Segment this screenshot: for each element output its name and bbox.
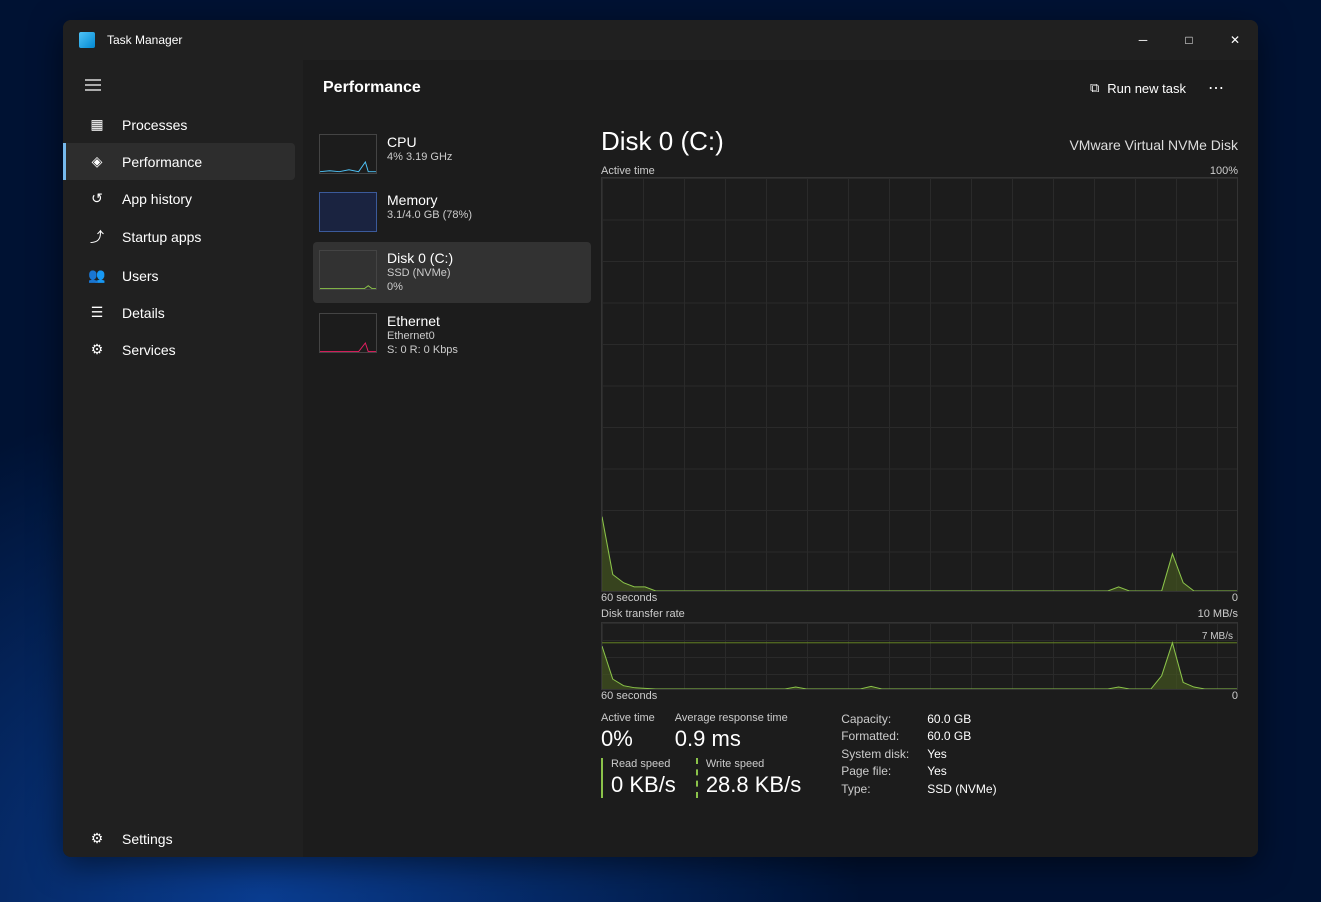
window-title: Task Manager xyxy=(107,33,1120,47)
active-time-chart xyxy=(601,177,1238,592)
k: Type: xyxy=(841,782,909,798)
disk-info-table: Capacity: 60.0 GB Formatted: 60.0 GB Syste… xyxy=(841,712,996,798)
sidebar-item-services[interactable]: ⚙ Services xyxy=(63,331,303,368)
task-manager-window: Task Manager ─ □ ✕ ▦ Processes ◈ Perform… xyxy=(63,20,1258,857)
chart-label: Disk transfer rate xyxy=(601,608,685,620)
chart-max: 10 MB/s xyxy=(1198,608,1238,620)
stat-label: Write speed xyxy=(706,758,801,770)
sidebar-item-app-history[interactable]: ↺ App history xyxy=(63,180,303,217)
perf-title: Memory xyxy=(387,192,472,208)
x-end: 0 xyxy=(1232,592,1238,604)
more-options-button[interactable]: ⋯ xyxy=(1196,72,1238,104)
run-task-icon: ⧉ xyxy=(1090,80,1099,96)
perf-sub: 4% 3.19 GHz xyxy=(387,150,452,164)
performance-icon: ◈ xyxy=(88,153,106,170)
ethernet-mini-graph xyxy=(319,313,377,353)
content-area: Performance ⧉ Run new task ⋯ CPU 4% xyxy=(303,60,1258,857)
sidebar-label: Services xyxy=(122,342,176,358)
perf-sub: S: 0 R: 0 Kbps xyxy=(387,343,458,357)
perf-sub: 3.1/4.0 GB (78%) xyxy=(387,208,472,222)
sidebar-item-startup-apps[interactable]: ⤴ Startup apps xyxy=(63,217,303,257)
sidebar-item-users[interactable]: 👥 Users xyxy=(63,257,303,294)
maximize-button[interactable]: □ xyxy=(1166,20,1212,60)
disk-mini-graph xyxy=(319,250,377,290)
hamburger-button[interactable] xyxy=(63,68,303,106)
chart-label: Active time xyxy=(601,165,655,177)
users-icon: 👥 xyxy=(88,267,106,284)
v: SSD (NVMe) xyxy=(927,782,996,798)
perf-item-disk[interactable]: Disk 0 (C:) SSD (NVMe) 0% xyxy=(313,242,591,303)
transfer-rate-chart: 7 MB/s xyxy=(601,622,1238,690)
titlebar[interactable]: Task Manager ─ □ ✕ xyxy=(63,20,1258,60)
sidebar-label: Startup apps xyxy=(122,229,201,245)
sidebar: ▦ Processes ◈ Performance ↺ App history … xyxy=(63,60,303,857)
memory-mini-graph xyxy=(319,192,377,232)
perf-item-memory[interactable]: Memory 3.1/4.0 GB (78%) xyxy=(313,184,591,240)
k: Capacity: xyxy=(841,712,909,728)
v: 60.0 GB xyxy=(927,729,996,745)
close-button[interactable]: ✕ xyxy=(1212,20,1258,60)
stat-value: 28.8 KB/s xyxy=(706,772,801,798)
run-new-task-button[interactable]: ⧉ Run new task xyxy=(1080,74,1196,102)
chart-max: 100% xyxy=(1210,165,1238,177)
k: Formatted: xyxy=(841,729,909,745)
x-start: 60 seconds xyxy=(601,592,657,604)
run-task-label: Run new task xyxy=(1107,81,1186,96)
v: Yes xyxy=(927,747,996,763)
sidebar-label: Details xyxy=(122,305,165,321)
stat-label: Read speed xyxy=(611,758,676,770)
x-end: 0 xyxy=(1232,690,1238,702)
v: Yes xyxy=(927,764,996,780)
sidebar-item-processes[interactable]: ▦ Processes xyxy=(63,106,303,143)
gear-icon: ⚙ xyxy=(88,830,106,847)
sidebar-label: Processes xyxy=(122,117,187,133)
perf-sub: 0% xyxy=(387,280,453,294)
perf-item-ethernet[interactable]: Ethernet Ethernet0 S: 0 R: 0 Kbps xyxy=(313,305,591,366)
perf-title: Disk 0 (C:) xyxy=(387,250,453,266)
minimize-button[interactable]: ─ xyxy=(1120,20,1166,60)
detail-pane: Disk 0 (C:) VMware Virtual NVMe Disk Act… xyxy=(601,126,1238,847)
startup-icon: ⤴ xyxy=(88,227,106,247)
sidebar-label: Settings xyxy=(122,831,173,847)
sidebar-label: Users xyxy=(122,268,159,284)
detail-title: Disk 0 (C:) xyxy=(601,126,724,157)
x-start: 60 seconds xyxy=(601,690,657,702)
sidebar-label: Performance xyxy=(122,154,202,170)
processes-icon: ▦ xyxy=(88,116,106,133)
cpu-mini-graph xyxy=(319,134,377,174)
sidebar-item-settings[interactable]: ⚙ Settings xyxy=(63,820,303,857)
k: Page file: xyxy=(841,764,909,780)
perf-sub: SSD (NVMe) xyxy=(387,266,453,280)
k: System disk: xyxy=(841,747,909,763)
details-icon: ☰ xyxy=(88,304,106,321)
services-icon: ⚙ xyxy=(88,341,106,358)
stat-value: 0 KB/s xyxy=(611,772,676,798)
detail-device: VMware Virtual NVMe Disk xyxy=(1069,137,1238,153)
perf-item-cpu[interactable]: CPU 4% 3.19 GHz xyxy=(313,126,591,182)
sidebar-item-performance[interactable]: ◈ Performance xyxy=(63,143,295,180)
sidebar-item-details[interactable]: ☰ Details xyxy=(63,294,303,331)
stat-label: Active time xyxy=(601,712,655,724)
page-title: Performance xyxy=(323,79,1080,97)
stat-value: 0% xyxy=(601,726,655,752)
perf-title: Ethernet xyxy=(387,313,458,329)
sidebar-label: App history xyxy=(122,191,192,207)
app-icon xyxy=(79,32,95,48)
performance-list: CPU 4% 3.19 GHz Memory 3.1/4.0 GB (78%) xyxy=(313,126,591,847)
stat-label: Average response time xyxy=(675,712,788,724)
history-icon: ↺ xyxy=(88,190,106,207)
perf-sub: Ethernet0 xyxy=(387,329,458,343)
v: 60.0 GB xyxy=(927,712,996,728)
stat-value: 0.9 ms xyxy=(675,726,788,752)
perf-title: CPU xyxy=(387,134,452,150)
